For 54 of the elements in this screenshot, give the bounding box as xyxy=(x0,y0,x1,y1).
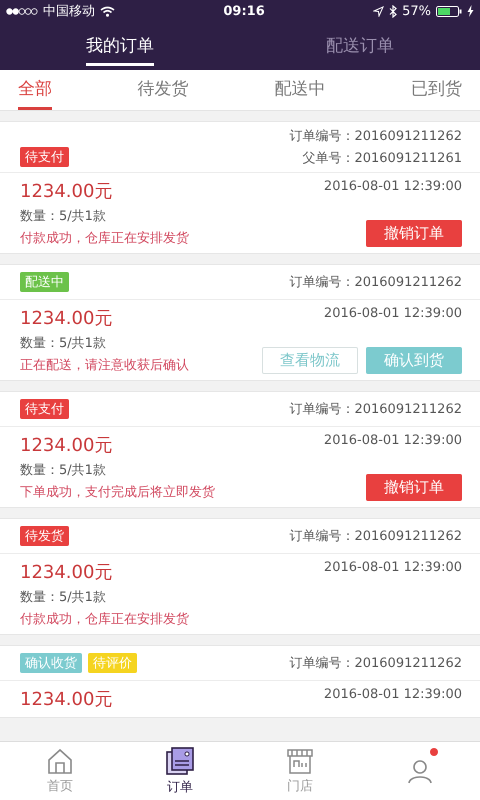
order-status-message: 付款成功，仓库正在安排发货 xyxy=(20,611,189,628)
filter-tab[interactable]: 待发货 xyxy=(138,70,189,110)
order-number: 订单编号：2016091211262 xyxy=(289,401,462,418)
order-action-button[interactable]: 撤销订单 xyxy=(366,220,462,247)
order-date: 2016-08-01 12:39:00 xyxy=(324,179,462,194)
order-number: 订单编号：2016091211262 xyxy=(289,528,462,545)
nav-tab[interactable]: 首页 xyxy=(0,742,120,800)
status-tag: 配送中 xyxy=(20,272,69,292)
order-quantity: 数量：5/共1款 xyxy=(20,208,106,225)
order-price: 1234.00元 xyxy=(20,561,112,584)
order-status-message: 正在配送，请注意收获后确认 xyxy=(20,357,189,374)
order-status-message: 下单成功，支付完成后将立即发货 xyxy=(20,484,215,501)
order-number: 订单编号：2016091211262 xyxy=(289,655,462,672)
nav-tab[interactable]: 订单 xyxy=(120,742,240,800)
order-date: 2016-08-01 12:39:00 xyxy=(324,306,462,321)
order-price: 1234.00元 xyxy=(20,307,112,330)
carrier-name: 中国移动 xyxy=(43,3,95,20)
person-icon xyxy=(406,757,434,785)
order-date: 2016-08-01 12:39:00 xyxy=(324,687,462,702)
order-number: 订单编号：2016091211262 xyxy=(289,274,462,291)
filter-tab[interactable]: 配送中 xyxy=(274,70,326,110)
status-tag: 待支付 xyxy=(20,147,69,167)
status-tag: 确认收货 xyxy=(20,653,82,673)
signal-icon xyxy=(6,8,38,14)
filter-tab[interactable]: 全部 xyxy=(18,70,52,110)
order-date: 2016-08-01 12:39:00 xyxy=(324,560,462,575)
bluetooth-icon xyxy=(389,4,398,18)
order-status-message: 付款成功，仓库正在安排发货 xyxy=(20,230,189,247)
order-quantity: 数量：5/共1款 xyxy=(20,462,106,479)
store-icon xyxy=(285,747,315,775)
nav-tab[interactable]: 门店 xyxy=(240,742,360,800)
status-tag: 待支付 xyxy=(20,399,69,419)
battery-icon xyxy=(436,6,462,16)
header-tab[interactable]: 配送订单 xyxy=(326,26,394,66)
status-tag: 待发货 xyxy=(20,526,69,546)
location-arrow-icon xyxy=(373,6,384,16)
order-price: 1234.00元 xyxy=(20,180,112,203)
order-price: 1234.00元 xyxy=(20,688,112,711)
status-tag: 待评价 xyxy=(88,653,137,673)
wifi-icon xyxy=(100,6,115,16)
order-action-button[interactable]: 撤销订单 xyxy=(366,474,462,501)
home-icon xyxy=(46,747,74,775)
header-tab[interactable]: 我的订单 xyxy=(86,26,154,66)
charging-icon xyxy=(467,5,474,17)
battery-percent: 57% xyxy=(402,4,432,18)
filter-tab[interactable]: 已到货 xyxy=(410,70,462,110)
document-icon xyxy=(165,746,195,776)
order-quantity: 数量：5/共1款 xyxy=(20,335,106,352)
order-date: 2016-08-01 12:39:00 xyxy=(324,433,462,448)
clock-time: 09:16 xyxy=(223,4,265,18)
order-quantity: 数量：5/共1款 xyxy=(20,589,106,606)
parent-order-number: 父单号：2016091211261 xyxy=(302,150,462,167)
order-number: 订单编号：2016091211262 xyxy=(289,128,462,145)
order-price: 1234.00元 xyxy=(20,434,112,457)
